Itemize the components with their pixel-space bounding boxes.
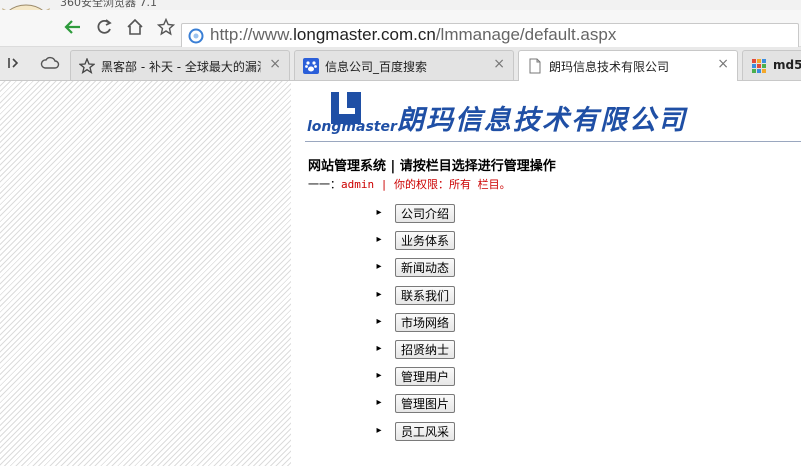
home-button[interactable] [122,14,148,40]
tab-md5[interactable]: md5 [742,50,801,80]
cloud-button[interactable] [40,53,60,73]
manage-images-button[interactable]: 管理图片 [395,393,456,413]
tab-hacker[interactable]: 黑客部 - 补天 - 全球最大的漏洞 × [70,50,290,80]
reload-icon [97,19,112,34]
user-name: admin [341,178,375,191]
back-arrow-icon [64,20,80,34]
tab-title: 信息公司_百度搜索 [325,60,428,74]
menu-item-staff: ▸ 员工风采 [373,420,456,442]
bullet-icon: ▸ [376,370,382,381]
tab-strip: 黑客部 - 补天 - 全球最大的漏洞 × 信息公司_百度搜索 × 朗玛信息技术有… [0,47,801,81]
tab-title: 黑客部 - 补天 - 全球最大的漏洞 [101,60,261,74]
bullet-icon: ▸ [376,425,382,436]
bullet-icon: ▸ [376,289,382,300]
window-title: 360安全浏览器 7.1 [60,0,157,9]
url-host: longmaster.com.cn [293,25,436,44]
tab-close-icon[interactable]: × [269,56,281,72]
tab-close-icon[interactable]: × [717,56,729,72]
star-icon [157,18,175,36]
globe-icon [188,28,204,44]
manage-users-button[interactable]: 管理用户 [395,366,456,386]
menu-item-business: ▸ 业务体系 [373,229,456,251]
market-network-button[interactable]: 市场网络 [395,312,456,332]
bullet-icon: ▸ [376,207,382,218]
menu-item-news: ▸ 新闻动态 [373,256,456,278]
company-intro-button[interactable]: 公司介绍 [395,203,456,223]
recruit-button[interactable]: 招贤纳士 [395,339,456,359]
address-bar[interactable]: http://www.longmaster.com.cn/lmmanage/de… [181,23,799,49]
reload-button[interactable] [91,14,117,40]
url-scheme: http://www. [210,25,294,44]
grid-app-icon [752,59,766,73]
news-button[interactable]: 新闻动态 [395,257,456,277]
staff-showcase-button[interactable]: 员工风采 [395,421,456,441]
bullet-icon: ▸ [376,316,382,327]
cloud-icon [40,56,60,69]
tab-longmaster-active[interactable]: 朗玛信息技术有限公司 × [518,50,738,81]
company-name: 朗玛信息技术有限公司 [397,105,687,136]
page-viewport: longmaster 朗玛信息技术有限公司 网站管理系统 | 请按栏目选择进行管… [0,81,801,466]
menu-item-company-intro: ▸ 公司介绍 [373,202,456,224]
logo-wordmark: longmaster [307,119,397,135]
user-permission-line: 一一：admin | 你的权限：所有 栏目。 [308,176,511,192]
menu-item-market: ▸ 市场网络 [373,311,456,333]
permission-text: | 你的权限：所有 栏目。 [374,178,511,191]
main-frame: longmaster 朗玛信息技术有限公司 网站管理系统 | 请按栏目选择进行管… [291,81,801,466]
menu-item-images: ▸ 管理图片 [373,392,456,414]
bullet-icon: ▸ [376,397,382,408]
business-system-button[interactable]: 业务体系 [395,230,456,250]
tab-title: md5 [773,58,801,72]
star-icon [79,58,95,74]
system-title: 网站管理系统 | 请按栏目选择进行管理操作 [308,159,556,174]
menu-item-recruit: ▸ 招贤纳士 [373,338,456,360]
user-prefix: 一一： [308,178,341,191]
left-frame [0,81,291,466]
contact-us-button[interactable]: 联系我们 [395,285,456,305]
url-path: /lmmanage/default.aspx [435,25,617,44]
header-divider [305,141,801,142]
menu-item-contact: ▸ 联系我们 [373,284,456,306]
back-button[interactable] [60,14,86,40]
window-title-strip: 360安全浏览器 7.1 [0,0,801,10]
browser-toolbar: http://www.longmaster.com.cn/lmmanage/de… [0,10,801,49]
bullet-icon: ▸ [376,234,382,245]
bookmark-star-button[interactable] [153,14,179,40]
address-url: http://www.longmaster.com.cn/lmmanage/de… [210,25,616,45]
page-icon [529,58,541,74]
menu-item-users: ▸ 管理用户 [373,365,456,387]
bullet-icon: ▸ [376,261,382,272]
sidebar-toggle-button[interactable] [4,53,24,73]
tab-close-icon[interactable]: × [493,56,505,72]
baidu-paw-icon [303,58,319,74]
tab-title: 朗玛信息技术有限公司 [549,60,670,74]
sidebar-toggle-icon [8,58,19,68]
bullet-icon: ▸ [376,343,382,354]
home-icon [127,18,143,35]
tab-baidu-search[interactable]: 信息公司_百度搜索 × [294,50,514,80]
